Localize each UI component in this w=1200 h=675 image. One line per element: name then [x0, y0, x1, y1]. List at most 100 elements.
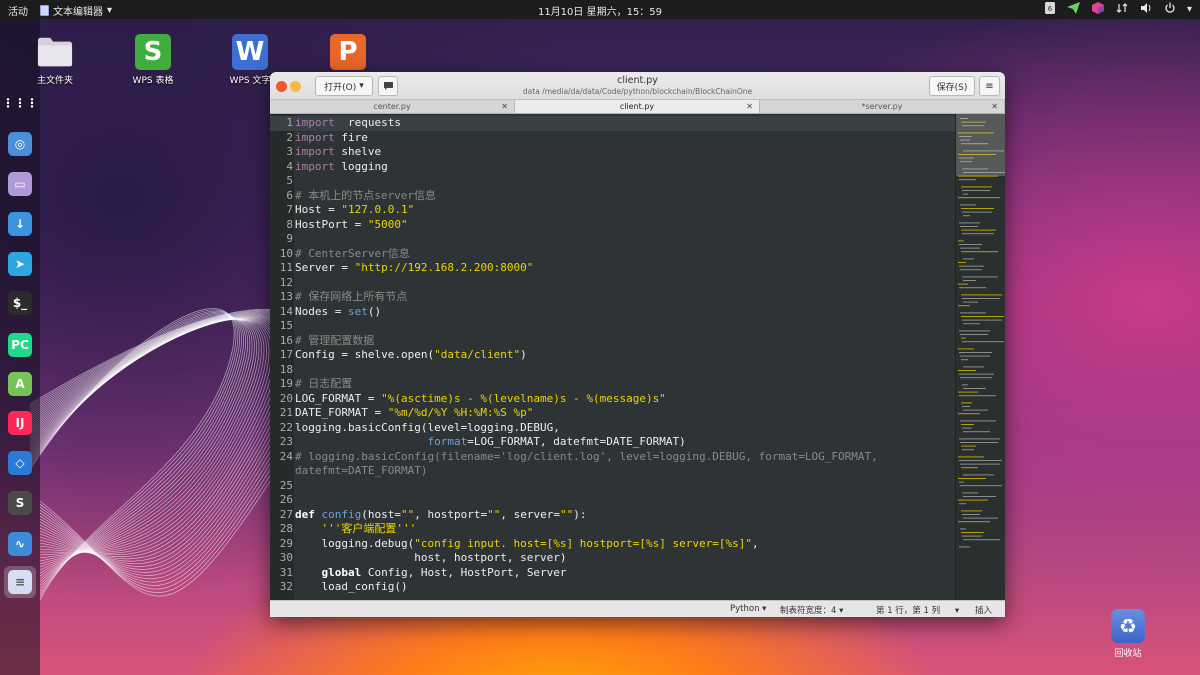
- dock-item-app-grid[interactable]: ⋮⋮⋮: [2, 87, 38, 119]
- desktop-icon-wps-spreadsheet[interactable]: S WPS 表格: [118, 34, 188, 86]
- dock-item-files[interactable]: ▭: [4, 168, 36, 200]
- dock-item-intellij[interactable]: IJ: [4, 407, 36, 439]
- window-title: client.py data /media/da/data/Code/pytho…: [450, 75, 825, 96]
- code-token: import: [295, 130, 335, 144]
- minimap-line: [959, 330, 990, 332]
- code-token: Server =: [295, 261, 355, 274]
- code-token: "": [487, 507, 501, 521]
- line-number: 19: [279, 377, 293, 390]
- dock-item-pycharm[interactable]: PC: [4, 329, 36, 361]
- volume-icon[interactable]: [1139, 2, 1153, 16]
- code-text: import logging: [295, 160, 388, 175]
- minimap[interactable]: [955, 114, 1005, 600]
- minimap-line: [958, 283, 968, 285]
- hamburger-menu-button[interactable]: ≡: [979, 76, 1000, 96]
- minimap-line: [958, 456, 984, 458]
- code-editor[interactable]: 1 import requests 2 import fire 3 import shel…: [270, 114, 955, 600]
- code-line: 29 logging.debug("config input. host=[%s…: [270, 537, 955, 552]
- code-text: # 保存网络上所有节点: [295, 290, 407, 305]
- dock-item-sublime[interactable]: S: [4, 487, 36, 519]
- code-token: Nodes =: [295, 304, 348, 318]
- text-editor-icon: ≡: [8, 570, 32, 594]
- dock-item-android-studio[interactable]: A: [4, 368, 36, 400]
- save-button[interactable]: 保存(S): [929, 76, 975, 96]
- tab-server-py[interactable]: *server.py ✕: [760, 100, 1005, 113]
- dock-item-vscode[interactable]: ◇: [4, 447, 36, 479]
- code-token: Config = shelve.open(: [295, 348, 435, 361]
- code-line: 26: [270, 493, 955, 508]
- dock-item-terminal[interactable]: $_: [4, 287, 36, 319]
- code-token: global: [321, 565, 362, 579]
- new-document-button[interactable]: [378, 76, 398, 96]
- minimap-line: [960, 334, 988, 335]
- chevron-down-icon: ▾: [762, 604, 767, 614]
- minimap-line: [958, 391, 978, 393]
- close-window-button[interactable]: [276, 81, 287, 92]
- line-number: 24: [279, 449, 293, 463]
- language-selector[interactable]: Python ▾: [730, 604, 766, 614]
- terminal-icon: $_: [8, 291, 32, 315]
- desktop-icon-trash[interactable]: ♻ 回收站: [1103, 609, 1153, 659]
- dock-item-chromium[interactable]: ◎: [4, 128, 36, 160]
- minimap-line: [960, 355, 990, 357]
- minimap-line: [961, 532, 984, 533]
- tab-client-py[interactable]: client.py ✕: [515, 100, 760, 113]
- code-token: set: [347, 304, 368, 318]
- dock-item-telegram[interactable]: ➤: [4, 248, 36, 280]
- tray-menu-arrow[interactable]: ▾: [1187, 4, 1192, 15]
- minimap-line: [961, 208, 994, 209]
- minimap-line: [963, 258, 974, 260]
- line-number: 2: [286, 130, 293, 144]
- activities-button[interactable]: 活动: [8, 3, 28, 18]
- minimap-viewport[interactable]: [956, 114, 1005, 176]
- tab-center-py[interactable]: center.py ✕: [270, 100, 515, 113]
- line-number: 21: [279, 406, 293, 419]
- dock-item-text-editor[interactable]: ≡: [4, 566, 36, 598]
- clock[interactable]: 11月10日 星期六，15：59: [538, 7, 662, 18]
- minimap-line: [959, 373, 994, 375]
- code-token: format: [427, 435, 468, 448]
- top-bar: 活动 文本编辑器 ▾ 11月10日 星期六，15：59 6 ▾: [0, 0, 1200, 19]
- desktop-icon-home[interactable]: 主文件夹: [20, 34, 90, 86]
- cube-icon[interactable]: [1091, 2, 1105, 16]
- close-icon[interactable]: ✕: [991, 100, 998, 114]
- status-bar: Python ▾ 制表符宽度：4 ▾ 第 1 行，第 1 列 ▾ 插入: [270, 600, 1005, 617]
- app-indicator-icon[interactable]: 6: [1043, 2, 1057, 16]
- send-icon[interactable]: [1067, 2, 1081, 16]
- cursor-position[interactable]: 第 1 行，第 1 列 ▾: [876, 604, 959, 616]
- minimize-window-button[interactable]: [290, 81, 301, 92]
- code-text: DATE_FORMAT = "%m/%d/%Y %H:%M:%S %p": [295, 406, 533, 421]
- tab-width-selector[interactable]: 制表符宽度：4 ▾: [780, 604, 843, 616]
- desktop-icon-wps-presentation[interactable]: P: [313, 34, 383, 73]
- code-token: # 管理配置数据: [295, 333, 375, 347]
- minimap-line: [960, 528, 966, 530]
- code-text: import fire: [295, 131, 368, 146]
- minimap-line: [962, 276, 998, 278]
- line-number: 25: [279, 478, 293, 492]
- minimap-line: [963, 388, 986, 389]
- files-icon: ▭: [8, 172, 32, 196]
- code-token: '''客户端配置''': [321, 522, 417, 535]
- close-icon[interactable]: ✕: [746, 100, 753, 114]
- code-text: format=LOG_FORMAT, datefmt=DATE_FORMAT): [295, 435, 685, 450]
- line-number: 1: [286, 116, 293, 129]
- dock-item-system-monitor[interactable]: ∿: [4, 528, 36, 560]
- code-token: # CenterServer信息: [295, 246, 410, 260]
- code-token: host, hostport, server): [295, 551, 567, 564]
- code-token: "": [559, 507, 574, 521]
- minimap-line: [963, 409, 988, 411]
- dock-item-downloader[interactable]: ↓: [4, 208, 36, 240]
- desktop-icon-label: 回收站: [1114, 649, 1142, 659]
- power-icon[interactable]: [1163, 2, 1177, 16]
- code-text: global Config, Host, HostPort, Server: [295, 566, 567, 581]
- app-menu[interactable]: 文本编辑器 ▾: [40, 3, 112, 18]
- close-icon[interactable]: ✕: [501, 100, 508, 114]
- minimap-line: [959, 503, 966, 505]
- network-icon[interactable]: [1115, 2, 1129, 16]
- code-line: 15: [270, 319, 955, 334]
- minimap-line: [962, 211, 992, 213]
- minimap-line: [960, 269, 982, 271]
- code-text: '''客户端配置''': [295, 522, 417, 537]
- svg-text:6: 6: [1048, 5, 1053, 13]
- open-button[interactable]: 打开(O) ▾: [315, 76, 373, 96]
